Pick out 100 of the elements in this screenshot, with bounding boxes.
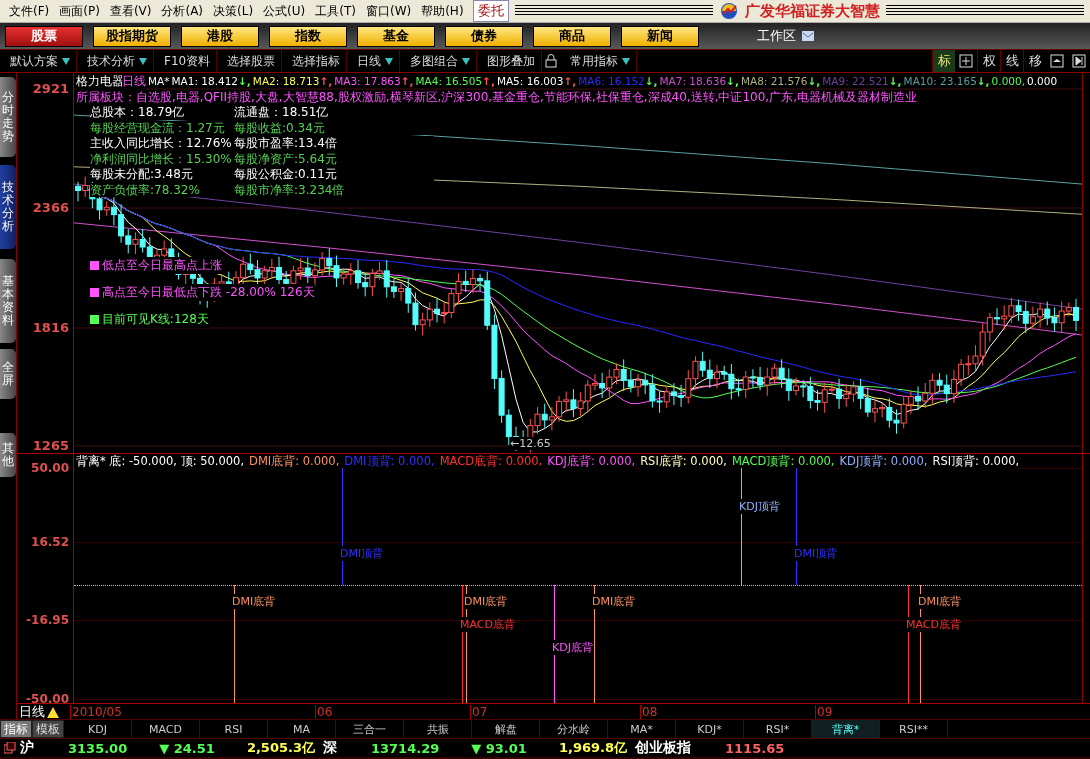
windows-icon[interactable] [4,742,16,754]
side-tab[interactable]: 其他 [0,433,16,477]
chart-tool-button[interactable]: 移 [1023,50,1046,72]
skip-icon[interactable] [1072,54,1086,68]
envelope-icon[interactable] [802,31,814,41]
toolbar-button[interactable]: 技术分析 [77,50,154,72]
indicator-value: MACD顶背: 0.000, [731,454,835,469]
market-tab[interactable]: 股指期货 [93,25,171,47]
signal-label: DMI底背 [464,594,508,609]
signal-label: KDJ底背 [552,640,593,655]
toolbar-button[interactable]: 默认方案 [0,50,77,72]
signal-label: DMI顶背 [340,546,384,561]
toolbar-button[interactable]: F10资料 [154,50,218,72]
toolbar-button[interactable]: 常用指标 [560,50,638,72]
indicator-value: RSI底背: 0.000, [640,454,727,469]
signal-label: KDJ顶背 [739,499,780,514]
brand-title: 广发华福证券大智慧 [744,1,880,21]
side-tab[interactable]: 技术分析 [0,165,16,249]
menu-item[interactable]: 分析(A) [156,2,209,20]
menu-item[interactable]: 决策(L) [208,2,259,20]
ticker-text: 3135.00 [68,740,128,756]
menu-item[interactable]: 公式(U) [258,2,311,20]
toolbar-button[interactable]: 图形叠加 [477,50,543,72]
ticker-text: 13714.29 [371,740,440,756]
side-tab[interactable]: 分时走势 [0,77,16,157]
market-tab[interactable]: 股票 [5,25,83,47]
group-tab[interactable]: 模板 [32,720,64,738]
axis-label: -50.00 [26,692,69,706]
ma-value: MA3: 17.863 [334,75,401,87]
trade-button[interactable]: 委托 [472,0,509,22]
ma-value: MA2: 18.713 [252,75,320,87]
dropdown-icon [385,57,394,65]
menu-item[interactable]: 窗口(W) [360,2,417,20]
ma-value: MA6: 16.152 [578,75,645,87]
ma-value: MA9: 22.521 [822,75,889,87]
fundamental-item: 每股经营现金流：1.27元 [90,120,234,135]
indicator-value: DMI底背: 0.000, [249,454,340,469]
market-tab[interactable]: 指数 [269,25,347,47]
market-tab[interactable]: 债券 [445,25,523,47]
chart-tool-button[interactable]: 标 [932,50,955,72]
side-tab[interactable]: 基本资料 [0,259,16,343]
dropdown-icon [462,57,471,65]
signal-label: DMI底背 [918,594,962,609]
ma-value: MA1: 18.412 [171,75,239,87]
legend-text: 低点至今日最高点上涨 [102,257,222,274]
ticker-text: 深 [323,739,337,757]
side-tab[interactable]: 全屏 [0,349,16,399]
ma-value: MA5: 16.003 [496,75,564,87]
period-label: 日线 [122,73,146,90]
dropdown-icon [139,57,147,65]
ticker-text: 1,969.8亿 [558,739,627,757]
sector-list: 所属板块：自选股,电器,QFII持股,大盘,大智慧88,股权激励,横琴新区,沪深300,基金重仓,节能环保,社保重仓,深成40,送转,中证100,广东,电器机械及器材制造业 [76,89,1082,105]
legend-text: 目前可见K线:128天 [102,311,209,328]
market-tab[interactable]: 港股 [181,25,259,47]
chart-tool-button[interactable]: 权 [977,50,1000,72]
indicator-value: RSI顶背: 0.000, [932,454,1020,469]
workspace-label[interactable]: 工作区 [757,27,796,45]
market-tab[interactable]: 商品 [533,25,611,47]
signal-label: MACD底背 [460,617,515,632]
ticker-text: 创业板指 [635,739,691,757]
ma-value: MA8: 21.576 [740,75,808,87]
ticker-text: ▼ 93.01 [471,740,527,756]
market-tab[interactable]: 新闻 [621,25,699,47]
indicator-value: KDJ底背: 0.000, [547,454,636,469]
toolbar-button[interactable]: 选择股票 [217,50,283,72]
menu-item[interactable]: 查看(V) [104,2,157,20]
menu-item[interactable]: 工具(T) [310,2,361,20]
chart-tool-button[interactable]: 线 [1000,50,1023,72]
low-price-label: ←12.65 [510,437,551,450]
period-label: 日线 [18,703,45,721]
indicator-tab[interactable]: 背离* [812,720,880,738]
signal-label: DMI顶背 [794,546,838,561]
ma-value: MA10: 23.165 [903,75,977,87]
group-tab[interactable]: 指标 [0,720,32,738]
axis-label: 16.52 [31,535,69,549]
dropdown-icon [622,57,631,65]
menu-item[interactable]: 画面(P) [54,2,105,20]
axis-label: 2921 [32,81,69,96]
market-tab[interactable]: 基金 [357,25,435,47]
lock-icon[interactable] [545,54,558,68]
axis-label: 1816 [32,320,69,335]
ticker-text: ▼ 24.51 [159,740,215,756]
grid-icon[interactable] [959,54,973,68]
logo-icon [718,1,739,21]
axis-label: 1265 [32,438,69,453]
toolbar-button[interactable]: 日线 [347,50,401,72]
ma-value: MA7: 18.636 [659,75,727,87]
toolbar-button[interactable]: 多图组合 [400,50,478,72]
axis-label: 2366 [32,200,69,215]
menu-item[interactable]: 文件(F) [4,2,55,20]
fundamental-item: 每股未分配:3.48元 [90,167,234,182]
fundamental-item: 每股市盈率:13.4倍 [234,136,434,151]
window-icon[interactable] [1050,54,1064,68]
signal-label: MACD底背 [906,617,961,632]
legend-text: 高点至今日最低点下跌 -28.00% 126天 [102,284,315,301]
menu-item[interactable]: 帮助(H) [416,2,469,20]
indicator-value: KDJ顶背: 0.000, [839,454,928,469]
toolbar-button[interactable]: 选择指标 [282,50,348,72]
ma-value: MA4: 16.505 [415,75,483,87]
fundamental-item: 净利润同比增长：15.30% [90,151,234,166]
